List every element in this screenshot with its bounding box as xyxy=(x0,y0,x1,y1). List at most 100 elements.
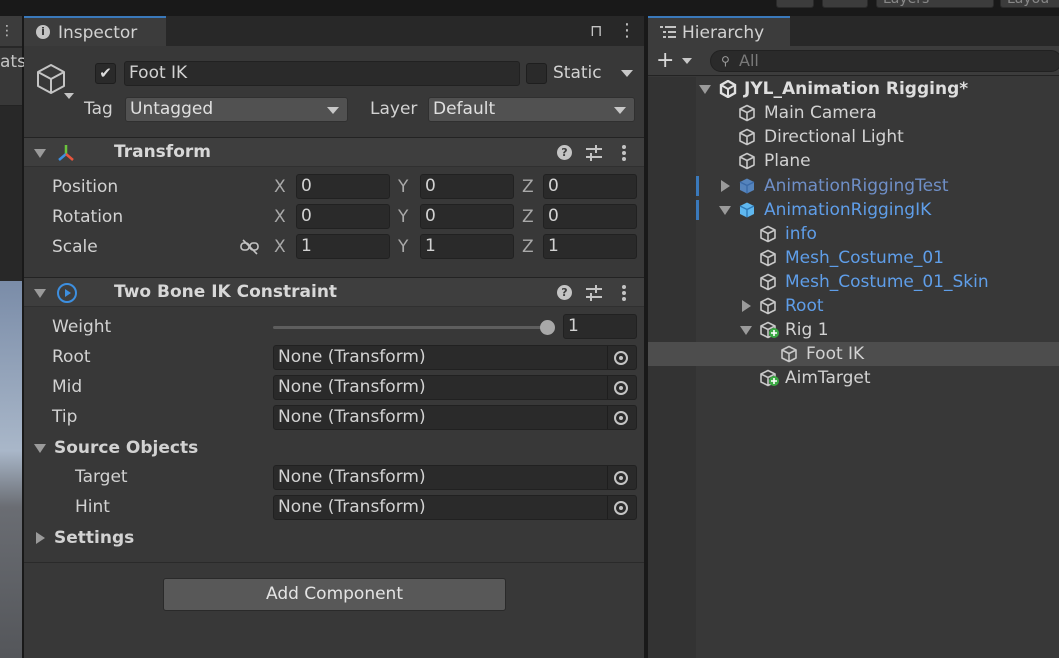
gameobject-cube-icon xyxy=(739,128,755,146)
object-picker-icon[interactable] xyxy=(614,381,628,395)
tree-row-plane[interactable]: Plane xyxy=(648,149,1059,173)
object-picker-icon[interactable] xyxy=(614,471,628,485)
position-x-label[interactable]: X xyxy=(274,177,286,197)
rotation-z-label[interactable]: Z xyxy=(522,207,534,227)
position-y-field[interactable]: 0 xyxy=(420,174,514,199)
transform-header[interactable]: Transform ? xyxy=(24,137,644,167)
rotation-z-field[interactable]: 0 xyxy=(543,204,637,229)
tree-item-label: Directional Light xyxy=(764,127,904,147)
history-button[interactable] xyxy=(776,0,814,8)
static-label: Static xyxy=(553,63,602,83)
root-label: Root xyxy=(52,347,91,367)
tab-inspector[interactable]: i Inspector xyxy=(24,16,166,46)
tree-row-main-camera[interactable]: Main Camera xyxy=(648,101,1059,125)
tag-dropdown[interactable]: Untagged xyxy=(125,97,348,122)
scene-tabbar: ats xyxy=(0,48,26,106)
expand-arrow-icon[interactable] xyxy=(719,206,731,215)
create-dropdown-caret[interactable] xyxy=(682,58,692,64)
scene-tab-fragment[interactable]: ⋮ xyxy=(0,16,22,46)
tree-item-label: Main Camera xyxy=(764,103,877,123)
position-x-field[interactable]: 0 xyxy=(296,174,390,199)
weight-label: Weight xyxy=(52,317,112,337)
scene-viewport[interactable] xyxy=(0,281,22,658)
active-checkbox[interactable]: ✔ xyxy=(95,63,116,84)
position-z-label[interactable]: Z xyxy=(522,177,534,197)
tree-row-directional-light[interactable]: Directional Light xyxy=(648,125,1059,149)
scale-z-label[interactable]: Z xyxy=(522,237,534,257)
presets-icon[interactable] xyxy=(586,285,602,301)
position-y-label[interactable]: Y xyxy=(398,177,408,197)
scale-z-field[interactable]: 1 xyxy=(543,234,637,259)
added-gameobject-icon xyxy=(760,321,779,339)
icon-dropdown-caret[interactable] xyxy=(64,93,74,99)
two-bone-ik-header[interactable]: Two Bone IK Constraint ? xyxy=(24,277,644,307)
help-icon[interactable]: ? xyxy=(557,145,572,160)
scene-more-icon[interactable]: ⋮ xyxy=(0,21,14,41)
tree-row-mesh-costume[interactable]: Mesh_Costume_01 xyxy=(648,246,1059,270)
tag-value: Untagged xyxy=(130,99,214,119)
scene-tab-label[interactable]: ats xyxy=(0,52,26,72)
scale-y-label[interactable]: Y xyxy=(398,237,408,257)
tree-row-rig-1[interactable]: Rig 1 xyxy=(648,318,1059,342)
tree-row-mesh-costume-skin[interactable]: Mesh_Costume_01_Skin xyxy=(648,270,1059,294)
position-z-field[interactable]: 0 xyxy=(543,174,637,199)
mid-object-field[interactable]: None (Transform) xyxy=(273,375,637,400)
weight-slider-track[interactable] xyxy=(273,326,547,329)
fold-arrow-icon[interactable] xyxy=(34,289,46,298)
tree-row-foot-ik[interactable]: Foot IK xyxy=(648,342,1059,366)
object-picker-icon[interactable] xyxy=(614,351,628,365)
rotation-y-label[interactable]: Y xyxy=(398,207,408,227)
tree-row-aim-target[interactable]: AimTarget xyxy=(648,366,1059,390)
lock-icon[interactable]: ⊓ xyxy=(590,21,602,41)
object-picker-icon[interactable] xyxy=(614,411,628,425)
tree-row-scene[interactable]: JYL_Animation Rigging* xyxy=(648,77,1059,101)
rotation-x-field[interactable]: 0 xyxy=(296,204,390,229)
unlinked-scale-icon[interactable] xyxy=(240,239,260,255)
expand-arrow-icon[interactable] xyxy=(740,326,752,335)
tree-row-animation-rigging-test[interactable]: AnimationRiggingTest xyxy=(648,174,1059,198)
layer-dropdown[interactable]: Default xyxy=(428,97,635,122)
help-icon[interactable]: ? xyxy=(557,285,572,300)
expand-arrow-icon[interactable] xyxy=(721,180,730,192)
inspector-more-icon[interactable]: ⋮ xyxy=(618,21,636,41)
target-object-field[interactable]: None (Transform) xyxy=(273,465,637,490)
layers-dropdown[interactable]: Layers xyxy=(876,0,994,8)
scale-y-field[interactable]: 1 xyxy=(420,234,514,259)
tree-row-info[interactable]: info xyxy=(648,222,1059,246)
add-component-button[interactable]: Add Component xyxy=(163,578,506,611)
weight-value-field[interactable]: 1 xyxy=(563,314,637,339)
settings-fold-icon[interactable] xyxy=(36,532,45,544)
hierarchy-search-input[interactable]: ⚲ All xyxy=(710,50,1059,72)
gameobject-cube-icon xyxy=(781,345,797,363)
scale-x-field[interactable]: 1 xyxy=(296,234,390,259)
search-button[interactable] xyxy=(822,0,868,8)
settings-label[interactable]: Settings xyxy=(54,528,134,548)
scale-x-label[interactable]: X xyxy=(274,237,286,257)
object-picker-icon[interactable] xyxy=(614,501,628,515)
expand-arrow-icon[interactable] xyxy=(699,85,711,94)
create-plus-icon[interactable]: + xyxy=(656,49,674,73)
layout-dropdown[interactable]: Layou xyxy=(1000,0,1059,8)
static-checkbox[interactable] xyxy=(526,63,547,84)
rotation-x-label[interactable]: X xyxy=(274,207,286,227)
fold-arrow-icon[interactable] xyxy=(34,149,46,158)
component-more-icon[interactable] xyxy=(622,145,626,161)
presets-icon[interactable] xyxy=(586,145,602,161)
rotation-label: Rotation xyxy=(52,207,124,227)
tab-hierarchy[interactable]: Hierarchy xyxy=(648,16,790,46)
object-name-field[interactable]: Foot IK xyxy=(124,61,520,86)
search-icon[interactable]: ⚲ xyxy=(721,54,730,68)
tip-object-field[interactable]: None (Transform) xyxy=(273,405,637,430)
static-dropdown-caret[interactable] xyxy=(621,70,633,77)
component-more-icon[interactable] xyxy=(622,285,626,301)
tree-row-root[interactable]: Root xyxy=(648,294,1059,318)
weight-slider-thumb[interactable] xyxy=(540,320,555,335)
source-objects-fold-icon[interactable] xyxy=(34,444,46,453)
root-object-field[interactable]: None (Transform) xyxy=(273,345,637,370)
hint-object-field[interactable]: None (Transform) xyxy=(273,495,637,520)
expand-arrow-icon[interactable] xyxy=(742,300,751,312)
rotation-y-field[interactable]: 0 xyxy=(420,204,514,229)
gameobject-cube-icon[interactable] xyxy=(34,62,68,96)
source-objects-label[interactable]: Source Objects xyxy=(54,438,198,458)
tree-row-animation-rigging-ik[interactable]: AnimationRiggingIK xyxy=(648,198,1059,222)
